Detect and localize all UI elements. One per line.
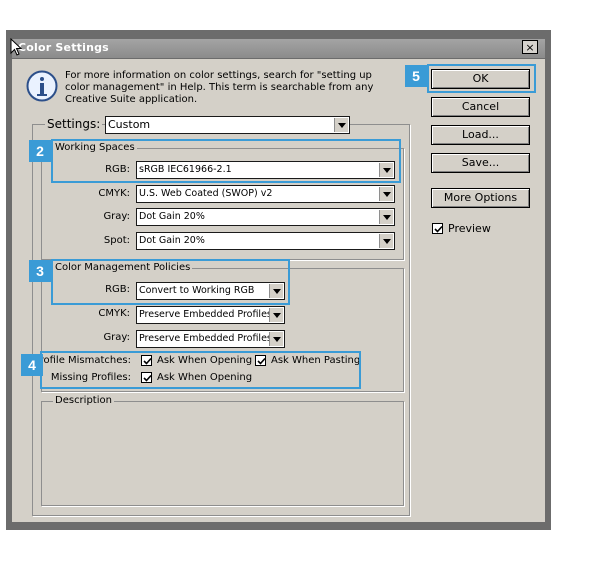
settings-select[interactable]: Custom xyxy=(105,116,350,134)
policy-cmyk-label: CMYK: xyxy=(98,308,130,319)
save-button[interactable]: Save... xyxy=(431,153,530,173)
policy-gray-select[interactable]: Preserve Embedded Profiles xyxy=(136,330,285,348)
policy-cmyk-value: Preserve Embedded Profiles xyxy=(139,309,272,320)
info-text-line-2: color management" in Help. This term is … xyxy=(65,82,374,93)
highlight-profile-checkboxes xyxy=(40,351,361,389)
chevron-down-icon[interactable] xyxy=(379,210,393,224)
preview-checkbox[interactable] xyxy=(432,223,443,234)
ws-spot-select[interactable]: Dot Gain 20% xyxy=(136,232,395,250)
ws-gray-select[interactable]: Dot Gain 20% xyxy=(136,208,395,226)
ws-spot-value: Dot Gain 20% xyxy=(139,235,205,246)
description-group xyxy=(41,401,404,506)
policy-cmyk-select[interactable]: Preserve Embedded Profiles xyxy=(136,306,285,324)
ws-gray-label: Gray: xyxy=(103,211,130,222)
policy-gray-label: Gray: xyxy=(103,332,130,343)
chevron-down-icon[interactable] xyxy=(334,118,348,132)
highlight-policies-rgb xyxy=(51,259,290,305)
chevron-down-icon[interactable] xyxy=(379,234,393,248)
chevron-down-icon[interactable] xyxy=(269,308,283,322)
description-title: Description xyxy=(53,395,114,406)
step-badge-4: 4 xyxy=(21,354,43,376)
dialog-title: Color Settings xyxy=(18,41,109,54)
policy-gray-value: Preserve Embedded Profiles xyxy=(139,333,272,344)
step-badge-2: 2 xyxy=(29,140,51,162)
checkmark-icon xyxy=(434,225,443,233)
ws-cmyk-label: CMYK: xyxy=(98,188,130,199)
ws-gray-value: Dot Gain 20% xyxy=(139,211,205,222)
preview-label: Preview xyxy=(448,222,491,235)
cursor-icon xyxy=(10,38,22,56)
more-options-button[interactable]: More Options xyxy=(431,188,530,208)
info-text-line-3: Creative Suite application. xyxy=(65,94,198,105)
load-button[interactable]: Load... xyxy=(431,125,530,145)
cancel-button[interactable]: Cancel xyxy=(431,97,530,117)
highlight-ok-button xyxy=(427,64,536,93)
ws-cmyk-value: U.S. Web Coated (SWOP) v2 xyxy=(139,188,273,199)
ws-cmyk-select[interactable]: U.S. Web Coated (SWOP) v2 xyxy=(136,185,395,203)
ws-spot-label: Spot: xyxy=(103,235,130,246)
step-badge-3: 3 xyxy=(29,260,51,282)
chevron-down-icon[interactable] xyxy=(269,332,283,346)
highlight-working-spaces xyxy=(51,139,401,183)
chevron-down-icon[interactable] xyxy=(379,187,393,201)
settings-label: Settings: xyxy=(45,117,103,131)
info-text-line-1: For more information on color settings, … xyxy=(65,70,372,81)
info-icon xyxy=(26,70,58,102)
settings-value: Custom xyxy=(108,118,151,131)
close-button[interactable]: × xyxy=(522,40,538,54)
step-badge-5: 5 xyxy=(405,65,427,87)
